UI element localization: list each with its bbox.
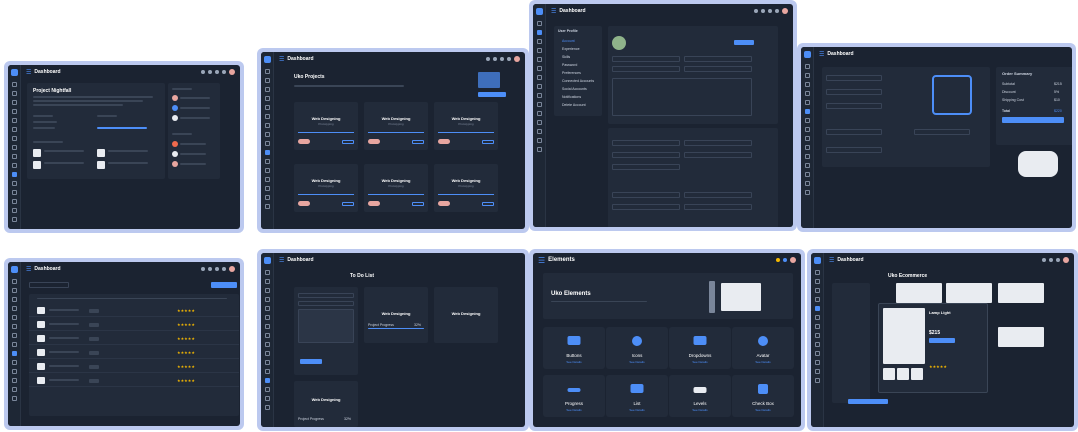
screenshot-checkout: ☰ Dashboard Order Summary Subtotal $215 Di…	[797, 43, 1076, 232]
element-card-dropdowns[interactable]: Dropdowns See Details	[669, 327, 731, 369]
sidebar	[8, 65, 21, 229]
screenshot-projects: ☰ Dashboard Uko Projects Web Designing Pro…	[257, 48, 529, 233]
screenshot-ecommerce: ☰ Dashboard Uko Ecommerce Lamp Light $215…	[807, 249, 1078, 431]
order-summary: Order Summary Subtotal $215 Discount 5% Sh…	[996, 67, 1072, 145]
logo-icon	[10, 69, 18, 76]
project-title: Project Nightfall	[33, 88, 72, 94]
elements-hero: Uko Elements	[543, 273, 793, 319]
todo-title: To Do List	[350, 273, 375, 279]
element-card-progress[interactable]: Progress See Details	[543, 375, 605, 417]
element-card-levels[interactable]: Levels See Details	[669, 375, 731, 417]
element-card-checkbox[interactable]: Check Box See Details	[732, 375, 794, 417]
element-card-list[interactable]: List See Details	[606, 375, 668, 417]
checkout-button[interactable]	[1002, 117, 1064, 123]
product-modal: Lamp Light $215 ★★★★★	[878, 303, 988, 393]
screenshot-product-table: ☰ Dashboard ★★★★★ ★★★★★ ★★★★★ ★★★★★ ★★★★★…	[4, 258, 244, 430]
screenshot-todo: ☰ Dashboard To Do List Web Designing Proj…	[257, 249, 529, 431]
projects-title: Uko Projects	[294, 74, 325, 80]
ecommerce-title: Uko Ecommerce	[888, 273, 928, 279]
screenshot-account: ☰ Dashboard User Profile Account Experien…	[529, 0, 797, 231]
add-project-button[interactable]	[478, 92, 506, 97]
element-card-icons[interactable]: Icons See Details	[606, 327, 668, 369]
screenshot-project-detail: ☰ Dashboard Project Nightfall	[4, 61, 244, 233]
page-title: Dashboard	[34, 69, 61, 75]
menu-icon[interactable]: ☰	[26, 69, 31, 76]
element-card-buttons[interactable]: Buttons See Details	[543, 327, 605, 369]
elements-title: Elements	[548, 257, 575, 263]
element-card-avatar[interactable]: Avatar See Details	[732, 327, 794, 369]
screenshot-elements: ☰ Elements Uko Elements Buttons See Detail…	[529, 249, 805, 431]
avatar[interactable]	[229, 69, 235, 75]
